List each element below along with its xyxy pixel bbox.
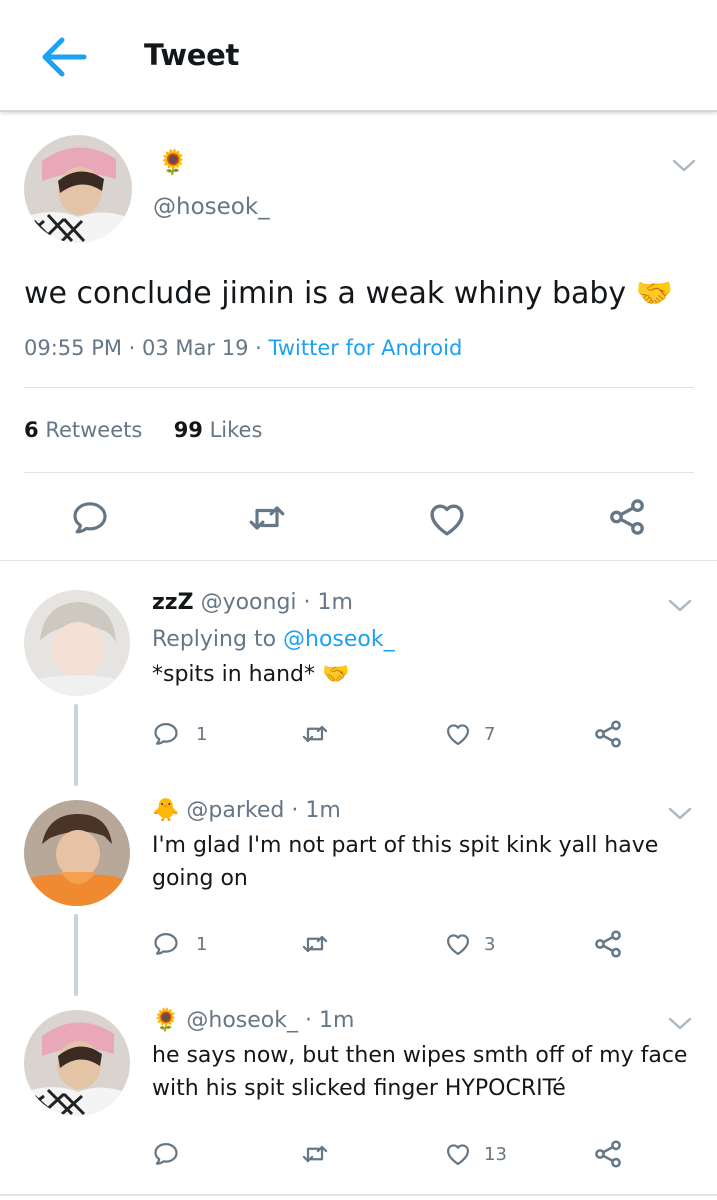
retweet-button[interactable] [300,1140,330,1168]
like-count: 3 [484,934,496,955]
share-button[interactable] [592,718,624,750]
reply-handle[interactable]: @yoongi [201,590,297,615]
tweet-text: we conclude jimin is a weak whiny baby 🤝 [24,276,674,311]
reply-time: 1m [317,590,353,615]
likes-stat[interactable]: 99 Likes [174,418,263,442]
likes-count: 99 [173,418,203,442]
reply-handle[interactable]: @hoseok_ [186,1008,298,1033]
reply-header: zzZ @yoongi · 1m [152,590,353,615]
chevron-down-icon[interactable] [668,598,692,614]
share-button[interactable] [592,1138,624,1170]
chevron-down-icon[interactable] [672,158,696,174]
retweets-count: 6 [24,418,39,442]
avatar-yoongi[interactable] [24,590,130,696]
reply-text: he says now, but then wipes smth off of … [152,1043,688,1101]
meta-dot: · [303,590,318,615]
reply-button[interactable] [152,1140,180,1168]
meta-dot: · [128,336,143,360]
avatar-hoseok[interactable] [24,135,132,243]
reply-text: *spits in hand* 🤝 [152,662,350,687]
retweets-stat[interactable]: 6 Retweets [24,418,142,442]
display-name-emoji: 🌻 [158,148,188,176]
tweet-time: 09:55 PM [24,336,122,360]
share-button[interactable] [592,928,624,960]
page-title: Tweet [144,38,240,72]
divider [24,472,694,473]
reply-button[interactable] [70,498,110,538]
tweet-stats: 6 Retweets 99 Likes [24,418,262,442]
like-count: 7 [484,724,496,745]
thread-connector [74,704,78,786]
like-button[interactable] [444,720,472,748]
reply-button[interactable] [152,930,180,958]
retweets-label: Retweets [45,418,143,442]
tweet-date: 03 Mar 19 [142,336,249,360]
reply-count: 1 [196,934,208,955]
reply-header: 🌻 @hoseok_ · 1m [152,1008,354,1033]
like-button[interactable] [444,930,472,958]
chevron-down-icon[interactable] [668,806,692,822]
replying-to-prefix: Replying to [152,627,277,652]
like-button[interactable] [444,1140,472,1168]
retweet-button[interactable] [300,720,330,748]
avatar-hoseok[interactable] [24,1010,130,1116]
reply-text: I'm glad I'm not part of this spit kink … [152,833,659,891]
reply-count: 1 [196,724,208,745]
divider [0,560,717,561]
meta-dot: · [305,1008,320,1033]
reply-display-name[interactable]: zzZ [152,590,194,615]
thread-connector [74,914,78,996]
meta-dot: · [291,798,306,823]
reply-header: 🐥 @parked · 1m [152,798,341,823]
tweet-source-link[interactable]: Twitter for Android [269,336,463,360]
chevron-down-icon[interactable] [668,1016,692,1032]
like-button[interactable] [426,498,468,540]
likes-label: Likes [209,418,263,442]
meta-dot: · [255,336,269,360]
reply-handle[interactable]: @parked [186,798,284,823]
divider [24,387,694,388]
tweet-meta: 09:55 PM · 03 Mar 19 · Twitter for Andro… [24,336,462,360]
reply-button[interactable] [152,720,180,748]
reply-display-name[interactable]: 🐥 [152,798,179,823]
replying-to-handle[interactable]: @hoseok_ [283,627,395,652]
share-button[interactable] [606,496,648,538]
like-count: 13 [484,1144,507,1165]
user-handle[interactable]: @hoseok_ [153,194,270,220]
reply-time: 1m [319,1008,355,1033]
replying-to: Replying to @hoseok_ [152,627,395,652]
reply-display-name[interactable]: 🌻 [152,1008,179,1033]
reply-time: 1m [305,798,341,823]
back-arrow-icon[interactable] [38,34,90,80]
retweet-button[interactable] [246,498,288,538]
avatar-parked[interactable] [24,800,130,906]
top-app-bar: Tweet [0,0,717,112]
bottom-divider [0,1194,717,1196]
retweet-button[interactable] [300,930,330,958]
